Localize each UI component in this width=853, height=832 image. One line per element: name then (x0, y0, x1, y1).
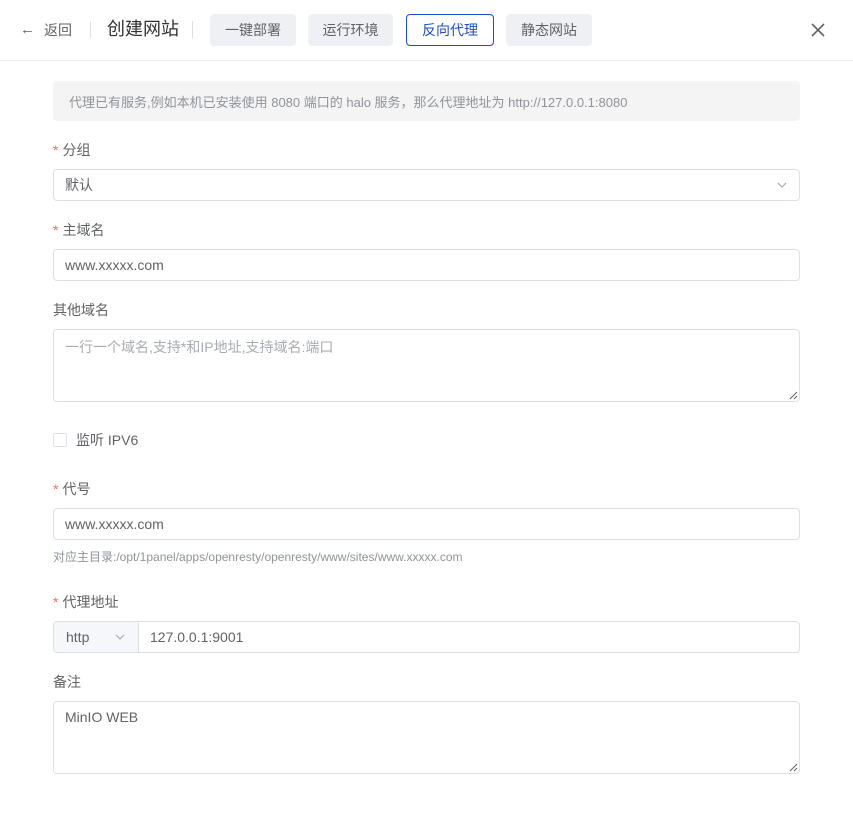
alias-label: * 代号 (53, 481, 91, 497)
proxy-address-value: 127.0.0.1:9001 (150, 629, 244, 645)
other-domains-label: 其他域名 (53, 302, 109, 318)
remark-textarea[interactable]: MinIO WEB (53, 701, 800, 774)
proxy-address-input[interactable]: 127.0.0.1:9001 (139, 622, 799, 652)
back-button[interactable]: ← 返回 (20, 20, 72, 40)
group-label: * 分组 (53, 142, 91, 158)
proxy-address-label: * 代理地址 (53, 594, 119, 610)
primary-domain-input[interactable]: www.xxxxx.com (53, 249, 800, 281)
header-divider (192, 21, 193, 38)
remark-label: 备注 (53, 674, 81, 690)
group-select[interactable]: 默认 (53, 169, 800, 201)
ipv6-checkbox-row[interactable]: 监听 IPV6 (53, 430, 138, 450)
tab-runtime[interactable]: 运行环境 (308, 14, 393, 46)
required-mark: * (53, 594, 59, 610)
header-divider (90, 21, 91, 38)
ipv6-label: 监听 IPV6 (76, 432, 139, 448)
protocol-select-value: http (66, 629, 90, 645)
required-mark: * (53, 222, 59, 238)
drawer-header: ← 返回 创建网站 一键部署 运行环境 反向代理 静态网站 (0, 0, 853, 61)
tab-reverse-proxy[interactable]: 反向代理 (406, 14, 494, 46)
group-select-value: 默认 (65, 177, 93, 193)
alert-text: 代理已有服务,例如本机已安装使用 8080 端口的 halo 服务，那么代理地址… (69, 94, 628, 110)
required-mark: * (53, 481, 59, 497)
resize-handle-icon[interactable] (789, 763, 798, 772)
page-title: 创建网站 (107, 19, 179, 39)
remark-value: MinIO WEB (65, 709, 139, 725)
chevron-down-icon (777, 182, 787, 188)
other-domains-textarea[interactable]: 一行一个域名,支持*和IP地址,支持域名:端口 (53, 329, 800, 402)
required-mark: * (53, 142, 59, 158)
primary-domain-value: www.xxxxx.com (65, 257, 164, 273)
resize-handle-icon[interactable] (789, 391, 798, 400)
arrow-left-icon: ← (20, 21, 35, 38)
proxy-address-input-group: http 127.0.0.1:9001 (53, 621, 800, 653)
ipv6-checkbox[interactable] (53, 433, 67, 447)
chevron-down-icon (115, 634, 125, 640)
back-label: 返回 (44, 22, 72, 38)
tab-static-site[interactable]: 静态网站 (506, 14, 592, 46)
tab-one-click-deploy[interactable]: 一键部署 (210, 14, 296, 46)
protocol-select[interactable]: http (54, 622, 139, 652)
alias-input[interactable]: www.xxxxx.com (53, 508, 800, 540)
other-domains-placeholder: 一行一个域名,支持*和IP地址,支持域名:端口 (65, 339, 334, 355)
alias-value: www.xxxxx.com (65, 516, 164, 532)
info-alert: 代理已有服务,例如本机已安装使用 8080 端口的 halo 服务，那么代理地址… (53, 81, 800, 121)
alias-hint: 对应主目录:/opt/1panel/apps/openresty/openres… (53, 550, 463, 564)
primary-domain-label: * 主域名 (53, 222, 105, 238)
close-icon[interactable] (808, 20, 828, 40)
